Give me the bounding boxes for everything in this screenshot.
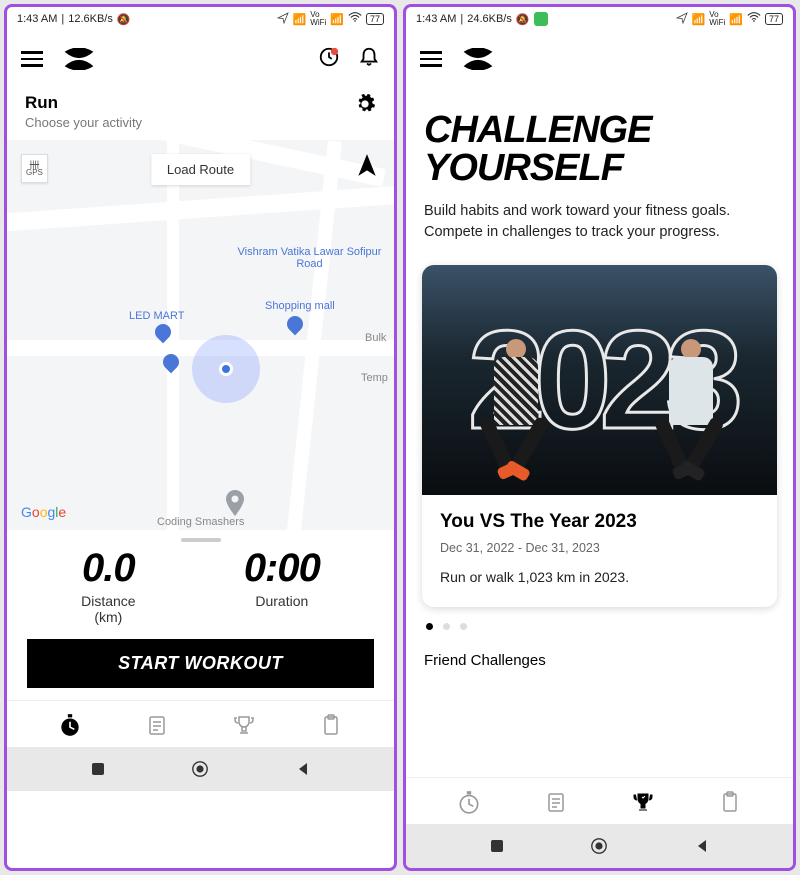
menu-button[interactable] bbox=[21, 51, 43, 67]
challenge-card-image: 2023 bbox=[422, 265, 777, 495]
nav-stopwatch[interactable] bbox=[455, 788, 483, 816]
dnd-icon: 🔕 bbox=[117, 13, 131, 26]
map-pin-icon[interactable] bbox=[287, 316, 303, 337]
system-nav bbox=[406, 824, 793, 868]
nav-log[interactable] bbox=[542, 788, 570, 816]
challenge-card[interactable]: 2023 You VS The Year 2023 Dec 31, 2022 -… bbox=[422, 265, 777, 607]
menu-button[interactable] bbox=[420, 51, 442, 67]
recent-apps-button[interactable] bbox=[89, 760, 107, 778]
bottom-nav bbox=[406, 777, 793, 824]
app-header bbox=[406, 31, 793, 87]
app-header bbox=[7, 31, 394, 87]
nav-clipboard[interactable] bbox=[716, 788, 744, 816]
dnd-icon: 🔕 bbox=[516, 13, 530, 26]
duration-value: 0:00 bbox=[244, 546, 320, 591]
bottom-nav bbox=[7, 700, 394, 747]
signal-icon: 📶 bbox=[692, 13, 706, 26]
back-button[interactable] bbox=[693, 837, 711, 855]
wifi-icon bbox=[747, 12, 761, 26]
ua-logo-icon bbox=[460, 48, 496, 70]
dot-3[interactable] bbox=[460, 623, 467, 630]
system-nav bbox=[7, 747, 394, 791]
distance-label: Distance bbox=[81, 593, 135, 609]
status-time: 1:43 AM bbox=[17, 13, 57, 25]
map-place-temp: Temp bbox=[361, 372, 388, 384]
challenge-dates: Dec 31, 2022 - Dec 31, 2023 bbox=[440, 541, 759, 555]
wifi-icon bbox=[348, 12, 362, 26]
status-bar: 1:43 AM | 12.6KB/s 🔕 📶 VoWiFi 📶 77 bbox=[7, 7, 394, 31]
phone-right: 1:43 AM | 24.6KB/s 🔕 📶 VoWiFi 📶 77 CHALL… bbox=[403, 4, 796, 871]
signal-icon-2: 📶 bbox=[330, 13, 344, 26]
stats-panel: 0.0 Distance (km) 0:00 Duration bbox=[7, 542, 394, 639]
duration-label: Duration bbox=[244, 593, 320, 609]
vowifi-icon: VoWiFi bbox=[709, 11, 725, 27]
nav-trophy[interactable] bbox=[629, 788, 657, 816]
compass-icon[interactable] bbox=[356, 152, 378, 185]
ua-logo-icon bbox=[61, 48, 97, 70]
signal-icon: 📶 bbox=[293, 13, 307, 26]
dot-2[interactable] bbox=[443, 623, 450, 630]
status-speed: 24.6KB/s bbox=[467, 13, 512, 25]
recent-apps-button[interactable] bbox=[488, 837, 506, 855]
map-place-coding[interactable]: Coding Smashers bbox=[157, 516, 244, 528]
back-button[interactable] bbox=[294, 760, 312, 778]
map-place-shopping[interactable]: Shopping mall bbox=[265, 300, 335, 312]
map-place-vishram[interactable]: Vishram Vatika Lawar Sofipur Road bbox=[225, 246, 394, 270]
runner-figure-icon bbox=[657, 335, 727, 475]
challenge-description: Run or walk 1,023 km in 2023. bbox=[440, 569, 759, 585]
friend-challenges-heading: Friend Challenges bbox=[406, 646, 793, 673]
current-location-icon bbox=[192, 335, 260, 403]
challenge-subhead: Build habits and work toward your fitnes… bbox=[406, 195, 793, 265]
distance-value: 0.0 bbox=[81, 546, 135, 591]
challenge-headline: CHALLENGE YOURSELF bbox=[406, 87, 793, 195]
battery-icon: 77 bbox=[765, 13, 783, 25]
map-place-bulk: Bulk bbox=[365, 332, 386, 344]
status-time: 1:43 AM bbox=[416, 13, 456, 25]
runner-figure-icon bbox=[482, 335, 552, 475]
home-button[interactable] bbox=[590, 837, 608, 855]
location-icon bbox=[676, 12, 688, 27]
vowifi-icon: VoWiFi bbox=[310, 11, 326, 27]
distance-unit: (km) bbox=[81, 609, 135, 625]
nav-log[interactable] bbox=[143, 711, 171, 739]
map-pin-icon[interactable] bbox=[155, 324, 171, 345]
battery-icon: 77 bbox=[366, 13, 384, 25]
map-view[interactable]: |||| GPS Load Route Vishram Vatika Lawar… bbox=[7, 140, 394, 530]
status-speed: 12.6KB/s bbox=[68, 13, 113, 25]
carousel-dots[interactable] bbox=[406, 607, 793, 646]
map-place-ledmart[interactable]: LED MART bbox=[129, 310, 184, 322]
nav-clipboard[interactable] bbox=[317, 711, 345, 739]
gps-badge[interactable]: |||| GPS bbox=[21, 154, 48, 183]
activity-icon[interactable] bbox=[318, 46, 340, 73]
phone-left: 1:43 AM | 12.6KB/s 🔕 📶 VoWiFi 📶 77 bbox=[4, 4, 397, 871]
settings-icon[interactable] bbox=[354, 93, 376, 120]
nav-stopwatch[interactable] bbox=[56, 711, 84, 739]
home-button[interactable] bbox=[191, 760, 209, 778]
google-logo: Google bbox=[21, 504, 66, 520]
challenge-title: You VS The Year 2023 bbox=[440, 511, 759, 533]
activity-subtitle: Choose your activity bbox=[25, 115, 142, 130]
activity-title[interactable]: Run bbox=[25, 93, 142, 113]
dot-1[interactable] bbox=[426, 623, 433, 630]
activity-header: Run Choose your activity bbox=[7, 87, 394, 140]
location-icon bbox=[277, 12, 289, 27]
signal-icon-2: 📶 bbox=[729, 13, 743, 26]
map-pin-icon[interactable] bbox=[163, 354, 179, 375]
active-indicator-icon bbox=[534, 12, 548, 26]
nav-trophy[interactable] bbox=[230, 711, 258, 739]
load-route-button[interactable]: Load Route bbox=[151, 154, 250, 185]
bell-icon[interactable] bbox=[358, 46, 380, 73]
start-workout-button[interactable]: START WORKOUT bbox=[27, 639, 374, 688]
status-bar: 1:43 AM | 24.6KB/s 🔕 📶 VoWiFi 📶 77 bbox=[406, 7, 793, 31]
